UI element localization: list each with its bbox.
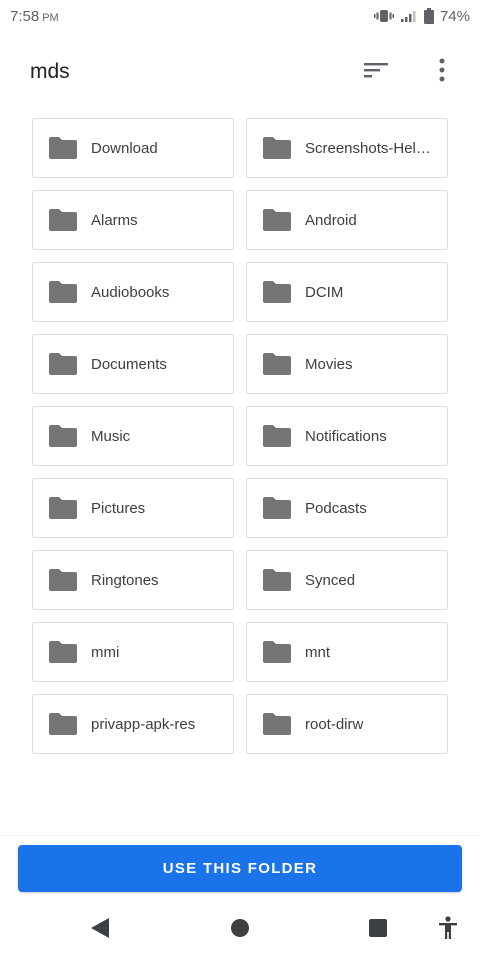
folder-name: Ringtones bbox=[91, 571, 159, 589]
status-time: 7:58 PM bbox=[10, 8, 59, 25]
app-bar-actions bbox=[358, 54, 460, 90]
folder-icon bbox=[49, 137, 77, 159]
folder-item[interactable]: Notifications bbox=[246, 406, 448, 466]
folder-item[interactable]: Pictures bbox=[32, 478, 234, 538]
folder-name: Pictures bbox=[91, 499, 146, 517]
folder-item[interactable]: privapp-apk-res bbox=[32, 694, 234, 754]
folder-icon bbox=[263, 497, 291, 519]
folder-item[interactable]: mmi bbox=[32, 622, 234, 682]
vibrate-icon bbox=[373, 9, 394, 23]
status-time-ampm: PM bbox=[42, 11, 59, 24]
folder-icon bbox=[263, 281, 291, 303]
battery-icon bbox=[423, 8, 434, 24]
folder-icon bbox=[263, 713, 291, 735]
more-vert-icon bbox=[439, 58, 445, 87]
app-bar: mds bbox=[0, 40, 480, 104]
folder-name: privapp-apk-res bbox=[91, 715, 196, 733]
folder-name: Documents bbox=[91, 355, 167, 373]
sort-icon bbox=[363, 60, 389, 85]
folder-item[interactable]: Podcasts bbox=[246, 478, 448, 538]
recents-button[interactable] bbox=[366, 918, 390, 942]
folder-icon bbox=[49, 353, 77, 375]
recents-icon bbox=[368, 918, 388, 943]
folder-item[interactable]: Screenshots-Hell… bbox=[246, 118, 448, 178]
folder-icon bbox=[49, 209, 77, 231]
folder-icon bbox=[49, 569, 77, 591]
folder-item[interactable]: Download bbox=[32, 118, 234, 178]
folder-name: mnt bbox=[305, 643, 331, 661]
folder-icon bbox=[49, 281, 77, 303]
more-options-button[interactable] bbox=[424, 54, 460, 90]
folder-item[interactable]: mnt bbox=[246, 622, 448, 682]
folder-icon bbox=[263, 641, 291, 663]
folder-name: Movies bbox=[305, 355, 353, 373]
accessibility-button[interactable] bbox=[436, 915, 460, 945]
status-time-value: 7:58 bbox=[10, 7, 40, 25]
folder-grid: Download Screenshots-Hell… Alarms Androi… bbox=[32, 118, 448, 754]
sort-button[interactable] bbox=[358, 54, 394, 90]
folder-item[interactable]: Movies bbox=[246, 334, 448, 394]
folder-name: Music bbox=[91, 427, 131, 445]
folder-name: Download bbox=[91, 139, 158, 157]
folder-name: Screenshots-Hell… bbox=[305, 139, 433, 157]
folder-icon bbox=[49, 497, 77, 519]
folder-name: Android bbox=[305, 211, 357, 229]
folder-icon bbox=[263, 209, 291, 231]
folder-icon bbox=[263, 137, 291, 159]
folder-icon bbox=[49, 425, 77, 447]
signal-icon bbox=[400, 9, 418, 23]
folder-item[interactable]: root-dirw bbox=[246, 694, 448, 754]
home-button[interactable] bbox=[228, 918, 252, 942]
folder-item[interactable]: Music bbox=[32, 406, 234, 466]
folder-icon bbox=[49, 713, 77, 735]
folder-item[interactable]: Audiobooks bbox=[32, 262, 234, 322]
folder-item[interactable]: Alarms bbox=[32, 190, 234, 250]
status-icons: 74% bbox=[373, 7, 470, 25]
folder-name: DCIM bbox=[305, 283, 344, 301]
folder-name: Audiobooks bbox=[91, 283, 170, 301]
bottom-divider bbox=[0, 835, 480, 836]
home-icon bbox=[230, 918, 250, 943]
folder-icon bbox=[263, 569, 291, 591]
folder-item[interactable]: Documents bbox=[32, 334, 234, 394]
folder-name: Podcasts bbox=[305, 499, 367, 517]
folder-name: Synced bbox=[305, 571, 356, 589]
navigation-bar bbox=[0, 900, 480, 960]
battery-percent: 74% bbox=[439, 7, 470, 25]
back-icon bbox=[89, 917, 111, 944]
folder-name: Alarms bbox=[91, 211, 138, 229]
folder-icon bbox=[263, 425, 291, 447]
folder-item[interactable]: Ringtones bbox=[32, 550, 234, 610]
accessibility-icon bbox=[437, 915, 459, 945]
folder-item[interactable]: Android bbox=[246, 190, 448, 250]
folder-icon bbox=[49, 641, 77, 663]
back-button[interactable] bbox=[88, 917, 112, 944]
status-bar: 7:58 PM 74% bbox=[0, 0, 480, 32]
folder-item[interactable]: Synced bbox=[246, 550, 448, 610]
folder-item[interactable]: DCIM bbox=[246, 262, 448, 322]
folder-name: Notifications bbox=[305, 427, 387, 445]
folder-name: root-dirw bbox=[305, 715, 364, 733]
use-this-folder-button[interactable]: USE THIS FOLDER bbox=[18, 845, 462, 892]
folder-icon bbox=[263, 353, 291, 375]
folder-name: mmi bbox=[91, 643, 120, 661]
page-title: mds bbox=[30, 60, 70, 83]
